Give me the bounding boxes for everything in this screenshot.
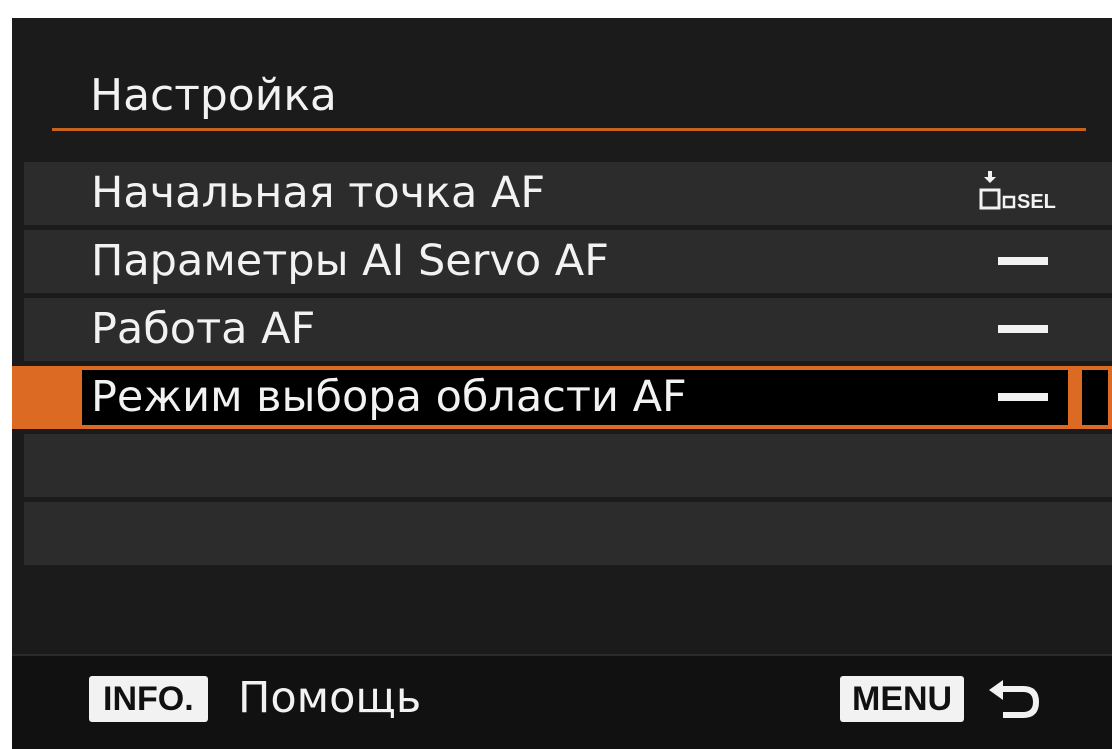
- menu-item-label: Параметры AI Servo AF: [91, 236, 609, 286]
- menu-item-ai-servo-af[interactable]: Параметры AI Servo AF: [24, 230, 1112, 293]
- menu-item-value: [978, 366, 1068, 429]
- menu-item-value: [978, 298, 1068, 361]
- af-icon-text: SEL: [1017, 191, 1056, 213]
- menu-item-empty: [24, 434, 1112, 497]
- menu-item-empty: [24, 502, 1112, 565]
- menu-item-label: Начальная точка AF: [91, 168, 546, 218]
- menu-item-label: Режим выбора области AF: [91, 372, 687, 422]
- menu-button[interactable]: MENU: [840, 676, 965, 722]
- info-button[interactable]: INFO.: [89, 676, 208, 722]
- menu-item-af-area-mode[interactable]: Режим выбора области AF: [12, 366, 1112, 429]
- camera-menu-screen: Настройка Начальная точка AF SEL Парамет…: [12, 18, 1112, 749]
- menu-list: Начальная точка AF SEL Параметры AI Serv…: [12, 162, 1112, 570]
- return-arrow-icon[interactable]: [987, 678, 1043, 722]
- menu-item-value: [978, 230, 1068, 293]
- footer-divider: [12, 654, 1112, 656]
- footer-bar: INFO. Помощь MENU: [12, 654, 1112, 749]
- menu-item-label: Работа AF: [91, 304, 316, 354]
- menu-title: Настройка: [90, 70, 337, 121]
- menu-item-af-operation[interactable]: Работа AF: [24, 298, 1112, 361]
- dash-icon: [998, 393, 1048, 401]
- menu-item-af-start-point[interactable]: Начальная точка AF SEL: [24, 162, 1112, 225]
- menu-item-value: SEL: [978, 162, 1068, 225]
- title-divider: [52, 128, 1086, 131]
- help-label: Помощь: [238, 673, 422, 723]
- dash-icon: [998, 325, 1048, 333]
- af-start-point-sel-icon: SEL: [979, 171, 1056, 213]
- dash-icon: [998, 257, 1048, 265]
